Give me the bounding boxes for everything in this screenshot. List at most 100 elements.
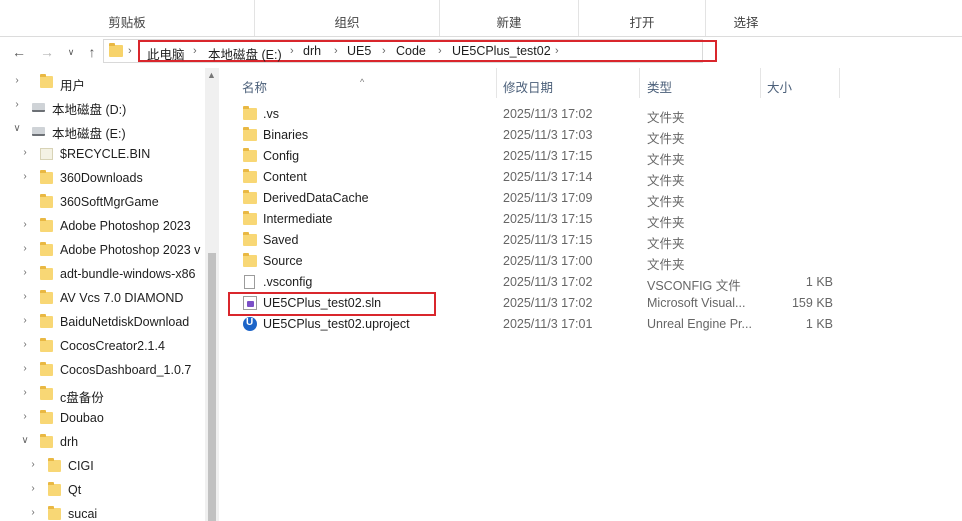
file-row[interactable]: Saved 2025/11/3 17:15 文件夹 [228,230,838,251]
column-header-size[interactable]: 大小 [761,72,839,98]
tree-item-folder[interactable]: › Doubao [0,406,205,430]
chevron-right-icon[interactable]: › [20,219,30,231]
file-row[interactable]: .vs 2025/11/3 17:02 文件夹 [228,104,838,125]
file-row[interactable]: .vsconfig 2025/11/3 17:02 VSCONFIG 文件 1 … [228,272,838,293]
column-header-date[interactable]: 修改日期 [497,72,639,98]
tree-item-folder[interactable]: › Adobe Photoshop 2023 v [0,238,205,262]
tree-item-folder[interactable]: › 360Downloads [0,166,205,190]
file-type: 文件夹 [647,174,685,188]
folder-icon [243,232,257,246]
file-row[interactable]: DerivedDataCache 2025/11/3 17:09 文件夹 [228,188,838,209]
file-type: 文件夹 [647,132,685,146]
chevron-right-icon[interactable]: › [20,171,30,183]
tree-item-folder[interactable]: › CIGI [0,454,205,478]
nav-scrollbar-thumb[interactable] [208,253,216,521]
chevron-right-icon[interactable]: › [20,147,30,159]
breadcrumb-drive-e[interactable]: 本地磁盘 (E:) [208,44,282,63]
chevron-right-icon[interactable]: › [28,507,38,519]
tree-item-folder[interactable]: › CocosCreator2.1.4 [0,334,205,358]
sln-file-highlight [228,292,436,316]
file-type: 文件夹 [647,153,685,167]
chevron-right-icon[interactable]: › [290,45,294,57]
breadcrumb-this-pc[interactable]: 此电脑 [147,44,185,63]
folder-icon [40,170,53,184]
folder-icon [243,169,257,183]
chevron-right-icon[interactable]: › [20,243,30,255]
tree-item-folder[interactable]: 360SoftMgrGame [0,190,205,214]
tree-item-folder[interactable]: › Adobe Photoshop 2023 [0,214,205,238]
tree-item-folder[interactable]: › CocosDashboard_1.0.7 [0,358,205,382]
file-row[interactable]: Content 2025/11/3 17:14 文件夹 [228,167,838,188]
file-row[interactable]: Source 2025/11/3 17:00 文件夹 [228,251,838,272]
tree-item-drive-d[interactable]: › 本地磁盘 (D:) [0,94,205,118]
chevron-right-icon[interactable]: › [555,45,559,57]
chevron-right-icon[interactable]: › [20,291,30,303]
chevron-right-icon[interactable]: › [20,363,30,375]
breadcrumb-drh[interactable]: drh [303,44,321,58]
ribbon-group-organize: 组织 [255,0,440,36]
tree-item-drive-e[interactable]: ∨ 本地磁盘 (E:) [0,118,205,142]
column-header-type[interactable]: 类型 [640,72,760,98]
chevron-down-icon[interactable]: ∨ [20,435,30,447]
file-name: Saved [263,233,299,247]
chevron-right-icon[interactable]: › [20,339,30,351]
folder-icon [40,314,53,328]
file-row[interactable]: UE5CPlus_test02.uproject 2025/11/3 17:01… [228,314,838,335]
tree-item-users[interactable]: › 用户 [0,70,205,94]
tree-item-folder[interactable]: › BaiduNetdiskDownload [0,310,205,334]
document-icon [244,275,255,289]
chevron-right-icon[interactable]: › [20,267,30,279]
tree-item-label: adt-bundle-windows-x86 [60,267,196,281]
tree-item-recycle-bin[interactable]: › $RECYCLE.BIN [0,142,205,166]
file-type: Unreal Engine Pr... [647,317,752,331]
ribbon-group-label: 新建 [496,16,522,30]
ribbon-group-clipboard: 剪贴板 [0,0,255,36]
scroll-up-arrow-icon[interactable]: ▲ [207,70,216,80]
recent-locations-chevron-icon[interactable]: ∨ [62,43,80,61]
breadcrumb-code[interactable]: Code [396,44,426,58]
chevron-down-icon[interactable]: ∨ [12,123,22,135]
tree-item-drh[interactable]: ∨ drh [0,430,205,454]
file-date: 2025/11/3 17:02 [503,107,593,121]
file-row[interactable]: Binaries 2025/11/3 17:03 文件夹 [228,125,838,146]
chevron-right-icon[interactable]: › [20,387,30,399]
chevron-right-icon[interactable]: › [334,45,338,57]
chevron-right-icon[interactable]: › [438,45,442,57]
chevron-right-icon[interactable]: › [12,99,22,111]
tree-item-label: sucai [68,507,98,521]
file-name: DerivedDataCache [263,191,369,205]
chevron-right-icon[interactable]: › [382,45,386,57]
tree-item-label: CIGI [68,459,94,473]
chevron-right-icon[interactable]: › [28,483,38,495]
back-arrow-icon[interactable]: ← [10,43,28,61]
folder-icon [243,148,257,162]
chevron-right-icon[interactable]: › [12,75,22,87]
forward-arrow-icon[interactable]: → [38,43,56,61]
tree-item-folder[interactable]: › AV Vcs 7.0 DIAMOND [0,286,205,310]
file-date: 2025/11/3 17:02 [503,296,593,310]
file-name: Content [263,170,307,184]
chevron-right-icon[interactable]: › [28,459,38,471]
folder-icon [40,242,53,256]
column-divider[interactable] [839,68,840,98]
tree-item-folder[interactable]: › sucai [0,502,205,521]
breadcrumb-current-folder[interactable]: UE5CPlus_test02 [452,44,551,58]
tree-item-folder[interactable]: › Qt [0,478,205,502]
tree-item-label: Doubao [60,411,104,425]
up-arrow-icon[interactable]: ↑ [83,43,101,61]
chevron-right-icon[interactable]: › [193,45,197,57]
chevron-right-icon[interactable]: › [20,411,30,423]
chevron-right-icon[interactable]: › [20,315,30,327]
file-type: Microsoft Visual... [647,296,746,310]
folder-icon [40,410,53,424]
file-row[interactable]: Config 2025/11/3 17:15 文件夹 [228,146,838,167]
file-type: 文件夹 [647,195,685,209]
file-size: 1 KB [805,275,833,289]
tree-item-folder[interactable]: › c盘备份 [0,382,205,406]
breadcrumb-ue5[interactable]: UE5 [347,44,371,58]
ribbon-group-label: 选择 [733,16,759,30]
tree-item-folder[interactable]: › adt-bundle-windows-x86 [0,262,205,286]
tree-item-label: Qt [68,483,82,497]
column-header-name[interactable]: ^ 名称 [228,72,495,98]
file-row[interactable]: Intermediate 2025/11/3 17:15 文件夹 [228,209,838,230]
